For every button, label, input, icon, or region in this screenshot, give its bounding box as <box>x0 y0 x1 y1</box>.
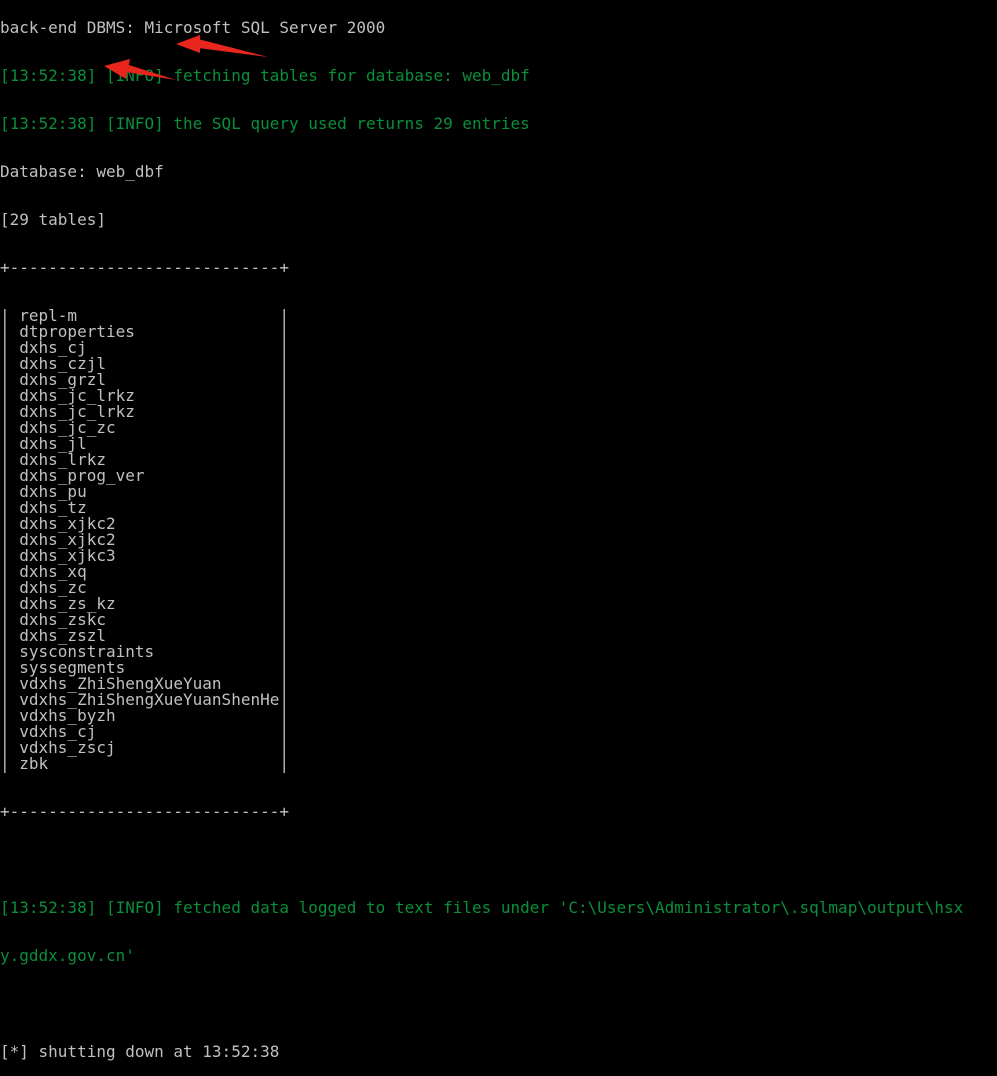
table-row: | vdxhs_cj | <box>0 722 289 741</box>
database-name-line: Database: web_dbf <box>0 162 164 181</box>
info-fetched-data-line-wrap: y.gddx.gov.cn' <box>0 946 135 965</box>
shutdown-line: [*] shutting down at 13:52:38 <box>0 1042 280 1061</box>
table-name-list: | repl-m | | dtproperties | | dxhs_cj | | d… <box>0 308 997 772</box>
table-bottom-border: +----------------------------+ <box>0 802 289 821</box>
table-row: | zbk | <box>0 754 289 773</box>
table-row: | sysconstraints | <box>0 642 289 661</box>
info-fetched-data-line: [13:52:38] [INFO] fetched data logged to… <box>0 898 964 917</box>
table-row: | vdxhs_byzh | <box>0 706 289 725</box>
dbms-banner-line: back-end DBMS: Microsoft SQL Server 2000 <box>0 18 386 37</box>
table-top-border: +----------------------------+ <box>0 258 289 277</box>
info-query-returns-line: [13:52:38] [INFO] the SQL query used ret… <box>0 114 530 133</box>
table-row: | vdxhs_zscj | <box>0 738 289 757</box>
table-row: | syssegments | <box>0 658 289 677</box>
terminal-output: back-end DBMS: Microsoft SQL Server 2000… <box>0 0 997 1076</box>
table-row: | vdxhs_ZhiShengXueYuan | <box>0 674 289 693</box>
tables-count-line: [29 tables] <box>0 210 106 229</box>
table-row: | vdxhs_ZhiShengXueYuanShenHe| <box>0 690 289 709</box>
info-fetching-tables-line: [13:52:38] [INFO] fetching tables for da… <box>0 66 530 85</box>
